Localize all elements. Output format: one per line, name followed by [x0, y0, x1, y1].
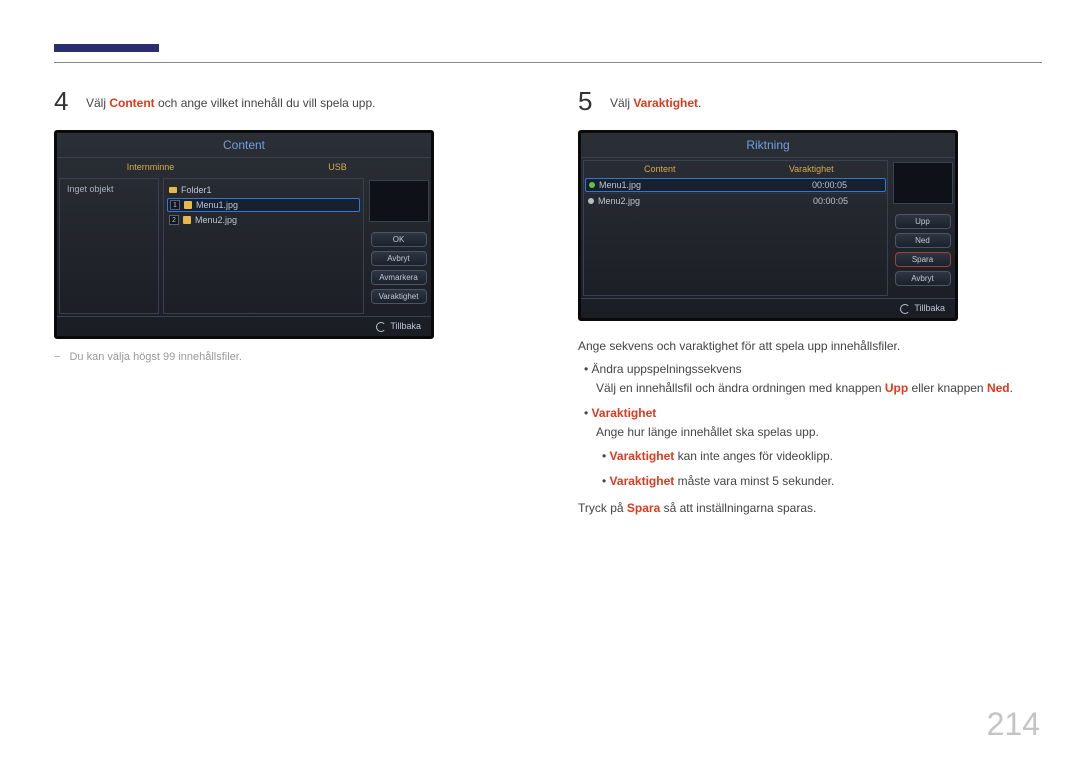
text: kan inte anges för videoklipp.	[674, 449, 833, 463]
dash: −	[54, 351, 63, 363]
preview-box	[369, 180, 429, 222]
left-column: 4 Välj Content och ange vilket innehåll …	[54, 88, 518, 518]
text: och ange vilket innehåll du vill spela u…	[155, 96, 376, 110]
step-5: 5 Välj Varaktighet.	[578, 88, 1042, 114]
folder-icon	[169, 187, 177, 193]
text: Ange hur länge innehållet ska spelas upp…	[596, 425, 819, 439]
sub-note: Varaktighet måste vara minst 5 sekunder.	[614, 472, 1042, 491]
highlight: Spara	[627, 501, 660, 515]
highlight: Ned	[987, 381, 1010, 395]
list-header: Content Varaktighet	[584, 161, 887, 177]
folder-row[interactable]: Folder1	[167, 184, 360, 196]
sub-note: Varaktighet kan inte anges för videoklip…	[614, 447, 1042, 466]
list-row[interactable]: Menu2.jpg 00:00:05	[584, 193, 887, 208]
list-row-selected[interactable]: Menu1.jpg 00:00:05	[585, 178, 886, 192]
file-row-selected[interactable]: 1 Menu1.jpg	[167, 198, 360, 212]
file-name: Menu1.jpg	[196, 200, 238, 210]
file-name: Menu2.jpg	[195, 215, 237, 225]
content-columns: 4 Välj Content och ange vilket innehåll …	[54, 88, 1042, 518]
step-text: Välj Varaktighet.	[610, 88, 701, 110]
button-column: OK Avbryt Avmarkera Varaktighet	[366, 176, 431, 316]
duration-button[interactable]: Varaktighet	[371, 289, 427, 304]
text: Välj en innehållsfil och ändra ordningen…	[596, 381, 885, 395]
back-label[interactable]: Tillbaka	[390, 321, 421, 331]
screen-tabs: Internminne USB	[57, 158, 431, 176]
right-column: 5 Välj Varaktighet. Riktning Content Var…	[578, 88, 1042, 518]
text: så att inställningarna sparas.	[660, 501, 816, 515]
duration-value: 00:00:05	[812, 180, 882, 190]
screen-title: Content	[57, 133, 431, 158]
file-name: Menu1.jpg	[599, 180, 641, 190]
highlight: Content	[109, 96, 154, 110]
step-number: 4	[54, 88, 72, 114]
list-pane: Content Varaktighet Menu1.jpg 00:00:05 M…	[583, 160, 888, 296]
screen-title: Riktning	[581, 133, 955, 158]
back-icon	[376, 322, 386, 332]
text: Tryck på	[578, 501, 627, 515]
down-button[interactable]: Ned	[895, 233, 951, 248]
highlight: Varaktighet	[610, 474, 675, 488]
highlight: Varaktighet	[633, 96, 698, 110]
text: .	[1010, 381, 1013, 395]
text: eller knappen	[908, 381, 987, 395]
duration-value: 00:00:05	[813, 196, 883, 206]
note-text: Du kan välja högst 99 innehållsfiler.	[69, 351, 241, 363]
image-icon	[184, 201, 192, 209]
description-block: Ange sekvens och varaktighet för att spe…	[578, 337, 1042, 519]
text: måste vara minst 5 sekunder.	[674, 474, 834, 488]
file-row[interactable]: 2 Menu2.jpg	[167, 214, 360, 226]
cancel-button[interactable]: Avbryt	[895, 271, 951, 286]
step-number: 5	[578, 88, 596, 114]
unmark-button[interactable]: Avmarkera	[371, 270, 427, 285]
step-4: 4 Välj Content och ange vilket innehåll …	[54, 88, 518, 114]
highlight: Varaktighet	[610, 449, 675, 463]
section-accent-bar	[54, 44, 159, 52]
outro-text: Tryck på Spara så att inställningarna sp…	[578, 499, 1042, 518]
text: .	[698, 96, 701, 110]
bullet-duration: Varaktighet Ange hur länge innehållet sk…	[596, 404, 1042, 491]
back-icon	[900, 304, 910, 314]
save-button[interactable]: Spara	[895, 252, 951, 267]
header-rule	[54, 62, 1042, 63]
direction-screen: Riktning Content Varaktighet Menu1.jpg 0…	[578, 130, 958, 321]
col-duration: Varaktighet	[736, 161, 888, 177]
no-object-label: Inget objekt	[63, 182, 155, 196]
step-text: Välj Content och ange vilket innehåll du…	[86, 88, 375, 110]
bullet-title: Ändra uppspelningssekvens	[592, 362, 742, 376]
status-dot-icon	[588, 198, 594, 204]
image-icon	[183, 216, 191, 224]
screen-body: Inget objekt Folder1 1 Menu1.jpg 2	[57, 176, 431, 316]
folder-name: Folder1	[181, 185, 212, 195]
intro-text: Ange sekvens och varaktighet för att spe…	[578, 337, 1042, 356]
cancel-button[interactable]: Avbryt	[371, 251, 427, 266]
ok-button[interactable]: OK	[371, 232, 427, 247]
status-dot-icon	[589, 182, 595, 188]
text: Välj	[610, 96, 633, 110]
up-button[interactable]: Upp	[895, 214, 951, 229]
tab-internal[interactable]: Internminne	[57, 158, 244, 176]
file-name: Menu2.jpg	[598, 196, 640, 206]
preview-box	[893, 162, 953, 204]
screen-footer: Tillbaka	[57, 316, 431, 336]
highlight: Upp	[885, 381, 908, 395]
screen-body: Content Varaktighet Menu1.jpg 00:00:05 M…	[581, 158, 955, 298]
file-pane: Folder1 1 Menu1.jpg 2 Menu2.jpg	[163, 178, 364, 314]
back-label[interactable]: Tillbaka	[914, 303, 945, 313]
text: Välj	[86, 96, 109, 110]
left-pane: Inget objekt	[59, 178, 159, 314]
index-badge: 2	[169, 215, 179, 225]
page-number: 214	[987, 706, 1040, 743]
index-badge: 1	[170, 200, 180, 210]
tab-usb[interactable]: USB	[244, 158, 431, 176]
col-content: Content	[584, 161, 736, 177]
button-column: Upp Ned Spara Avbryt	[890, 158, 955, 298]
bullet-sequence: Ändra uppspelningssekvens Välj en innehå…	[596, 360, 1042, 398]
content-screen: Content Internminne USB Inget objekt Fol…	[54, 130, 434, 339]
footnote: − Du kan välja högst 99 innehållsfiler.	[54, 351, 518, 363]
bullet-title: Varaktighet	[592, 406, 657, 420]
screen-footer: Tillbaka	[581, 298, 955, 318]
